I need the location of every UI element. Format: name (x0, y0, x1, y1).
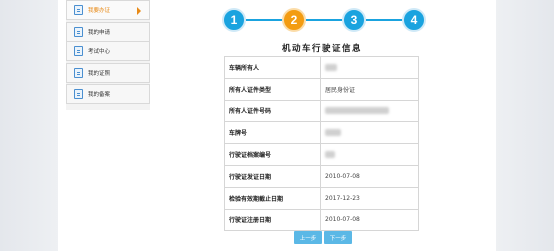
redacted-value (325, 107, 389, 115)
row-label: 检验有效期截止日期 (224, 186, 321, 210)
row-label: 行驶证发证日期 (224, 164, 321, 188)
inspection-expiry-value: 2017-12-23 (320, 186, 419, 210)
sidebar-item-my-filings[interactable]: 我的备案 (66, 84, 150, 104)
vehicle-owner-value (320, 56, 419, 79)
document-icon (74, 27, 83, 37)
id-number-value (320, 99, 419, 123)
sidebar: 我要办证 我的申请 考试中心 我的证照 我的备案 (66, 0, 150, 110)
archive-number-value (320, 143, 419, 166)
sidebar-item-my-licenses[interactable]: 我的证照 (66, 63, 150, 83)
table-row: 车牌号 (224, 121, 419, 145)
row-label: 所有人证件号码 (224, 99, 321, 123)
row-label: 所有人证件类型 (224, 77, 321, 101)
step-1: 1 (222, 8, 246, 32)
document-icon (74, 5, 83, 15)
prev-step-button[interactable]: 上一步 (294, 231, 322, 244)
step-2-current: 2 (282, 8, 306, 32)
redacted-value (325, 63, 337, 71)
row-label: 行驶证注册日期 (224, 208, 321, 232)
redacted-value (325, 129, 341, 137)
sidebar-item-label: 我的申请 (88, 30, 111, 36)
form-title: 机动车行驶证信息 (281, 44, 362, 54)
step-connector (246, 19, 282, 21)
row-label: 车牌号 (224, 121, 321, 145)
table-row: 检验有效期截止日期 2017-12-23 (224, 186, 419, 210)
table-row: 所有人证件类型 居民身份证 (224, 77, 419, 101)
id-type-value: 居民身份证 (320, 77, 419, 101)
issue-date-value: 2010-07-08 (320, 164, 419, 188)
sidebar-item-label: 我的证照 (88, 71, 111, 77)
document-icon (74, 46, 83, 56)
step-connector (366, 19, 402, 21)
sidebar-item-exam-center[interactable]: 考试中心 (66, 41, 150, 61)
table-row: 所有人证件号码 (224, 99, 419, 123)
sidebar-item-label: 考试中心 (88, 49, 111, 55)
table-row: 行驶证档案编号 (224, 143, 419, 166)
sidebar-item-my-applications[interactable]: 我的申请 (66, 22, 150, 42)
redacted-value (325, 151, 335, 159)
table-row: 行驶证注册日期 2010-07-08 (224, 208, 419, 232)
document-icon (74, 68, 83, 78)
row-label: 行驶证档案编号 (224, 143, 321, 166)
step-connector (306, 19, 342, 21)
step-indicator: 1 2 3 4 (222, 8, 426, 32)
arrow-right-icon (137, 7, 141, 15)
row-label: 车辆所有人 (224, 56, 321, 79)
step-3: 3 (342, 8, 366, 32)
vehicle-license-info-table: 车辆所有人 所有人证件类型 居民身份证 所有人证件号码 车牌号 行驶证档案编号 … (224, 56, 419, 232)
table-row: 行驶证发证日期 2010-07-08 (224, 164, 419, 188)
sidebar-item-label: 我要办证 (88, 8, 111, 14)
registration-date-value: 2010-07-08 (320, 208, 419, 232)
sidebar-item-label: 我的备案 (88, 92, 111, 98)
next-step-button[interactable]: 下一步 (324, 231, 352, 244)
table-row: 车辆所有人 (224, 56, 419, 79)
document-icon (74, 89, 83, 99)
step-4: 4 (402, 8, 426, 32)
sidebar-item-apply-license[interactable]: 我要办证 (66, 0, 150, 20)
plate-number-value (320, 121, 419, 145)
